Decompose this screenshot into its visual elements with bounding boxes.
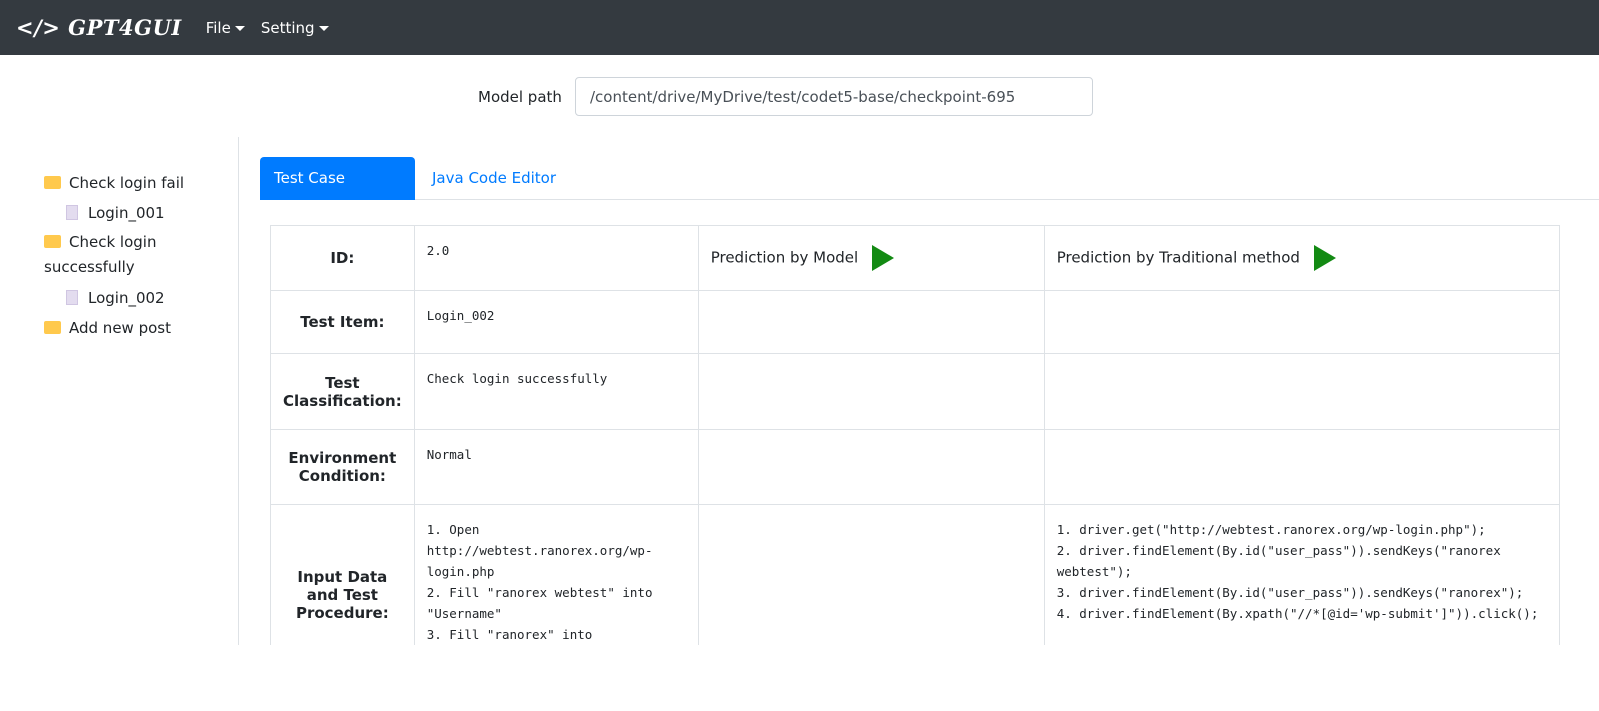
folder-icon [44, 321, 61, 334]
file-icon [66, 290, 78, 305]
caret-down-icon [234, 25, 245, 31]
model-prediction-label: Prediction by Model [710, 248, 859, 267]
folder-icon [44, 235, 61, 248]
row-label: Environment Condition: [270, 429, 415, 505]
test-tree-panel: Check login fail Login_001 Check login s… [0, 137, 239, 665]
tree-file-login-002[interactable]: Login_002 [32, 285, 222, 315]
tree-folder-check-login-successfully[interactable]: Check login successfully [32, 230, 222, 285]
row-value: Normal [413, 429, 699, 505]
traditional-cell [1043, 429, 1561, 505]
tab-test-case-details[interactable]: Test Case Details [260, 157, 415, 230]
table-row: ID: 2.0 Prediction by Model Prediction b… [270, 225, 1561, 291]
tree-label: Login_001 [88, 204, 165, 222]
tab-java-code-editor[interactable]: Java Code Editor [418, 157, 570, 200]
traditional-prediction-label: Prediction by Traditional method [1056, 248, 1300, 267]
play-icon[interactable] [872, 245, 895, 271]
play-icon[interactable] [1313, 245, 1336, 271]
model-path-input[interactable] [575, 77, 1093, 116]
bottom-area [0, 645, 1599, 711]
setting-menu-label: Setting [260, 18, 315, 37]
file-menu[interactable]: File [206, 19, 245, 37]
model-path-label: Model path [478, 88, 562, 106]
model-cell [697, 290, 1045, 354]
file-menu-label: File [205, 18, 231, 37]
navbar: </> GPT4GUI File Setting [0, 0, 1599, 55]
caret-down-icon [318, 25, 329, 31]
table-row: Environment Condition: Normal [270, 429, 1561, 505]
brand-logo[interactable]: </> GPT4GUI [16, 15, 182, 40]
row-value: Check login successfully [413, 353, 699, 430]
test-case-table: ID: 2.0 Prediction by Model Prediction b… [270, 225, 1561, 685]
tree-label: Add new post [69, 319, 171, 337]
row-value: Login_002 [413, 290, 699, 354]
traditional-prediction-header: Prediction by Traditional method [1043, 225, 1561, 291]
tree-folder-check-login-fail[interactable]: Check login fail [32, 170, 222, 200]
tab-bar: Test Case Details Java Code Editor [260, 157, 1599, 230]
folder-icon [44, 176, 61, 189]
row-label: Test Classification: [270, 353, 415, 430]
model-cell [697, 429, 1045, 505]
row-label: Test Item: [270, 290, 415, 354]
test-tree: Check login fail Login_001 Check login s… [32, 170, 222, 345]
tree-file-login-001[interactable]: Login_001 [32, 200, 222, 230]
file-icon [66, 205, 78, 220]
traditional-cell [1043, 290, 1561, 354]
tree-label: Login_002 [88, 289, 165, 307]
model-prediction-header: Prediction by Model [697, 225, 1045, 291]
traditional-cell [1043, 353, 1561, 430]
row-label: ID: [270, 225, 415, 291]
model-cell [697, 353, 1045, 430]
tree-label: Check login fail [69, 174, 185, 192]
row-value: 2.0 [413, 225, 699, 291]
setting-menu[interactable]: Setting [261, 19, 329, 37]
table-row: Test Classification: Check login success… [270, 353, 1561, 430]
table-row: Test Item: Login_002 [270, 290, 1561, 354]
tree-folder-add-new-post[interactable]: Add new post [32, 315, 222, 345]
